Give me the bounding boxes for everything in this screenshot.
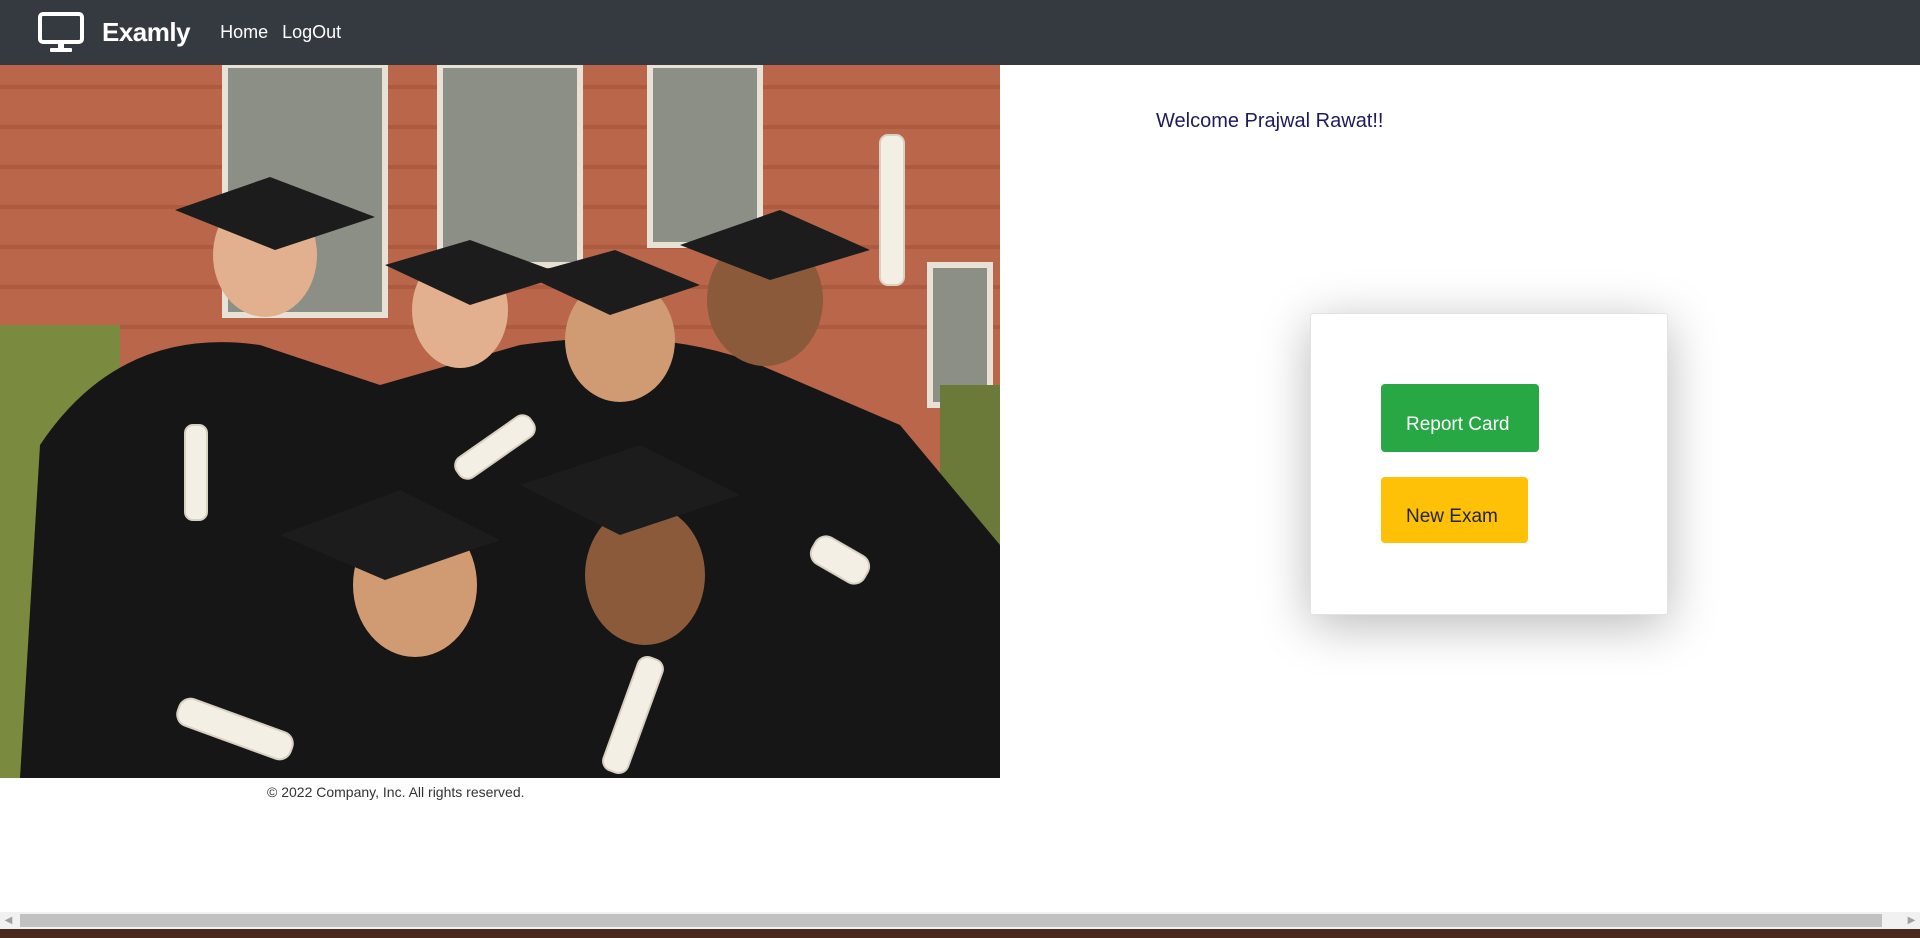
scroll-right-icon[interactable]: ▶ xyxy=(1903,912,1920,929)
horizontal-scrollbar[interactable]: ◀ ▶ xyxy=(0,912,1920,929)
brand[interactable]: Examly xyxy=(38,11,191,54)
monitor-icon xyxy=(38,11,84,52)
navbar: Examly Home LogOut xyxy=(0,0,1920,65)
welcome-message: Welcome Prajwal Rawat!! xyxy=(1156,110,1384,132)
bottom-edge xyxy=(0,929,1920,938)
nav-home-link[interactable]: Home xyxy=(220,22,268,43)
nav-links: Home LogOut xyxy=(220,22,355,43)
scroll-left-icon[interactable]: ◀ xyxy=(0,912,17,929)
new-exam-button[interactable]: New Exam xyxy=(1381,477,1528,543)
actions-card: Report Card New Exam xyxy=(1310,313,1668,615)
scrollbar-thumb[interactable] xyxy=(20,914,1882,927)
report-card-button[interactable]: Report Card xyxy=(1381,384,1539,452)
footer-copyright: © 2022 Company, Inc. All rights reserved… xyxy=(267,784,525,800)
graduates-photo xyxy=(0,65,1000,778)
graduates-illustration xyxy=(0,65,1000,778)
nav-logout-link[interactable]: LogOut xyxy=(282,22,341,43)
brand-name: Examly xyxy=(102,17,191,47)
